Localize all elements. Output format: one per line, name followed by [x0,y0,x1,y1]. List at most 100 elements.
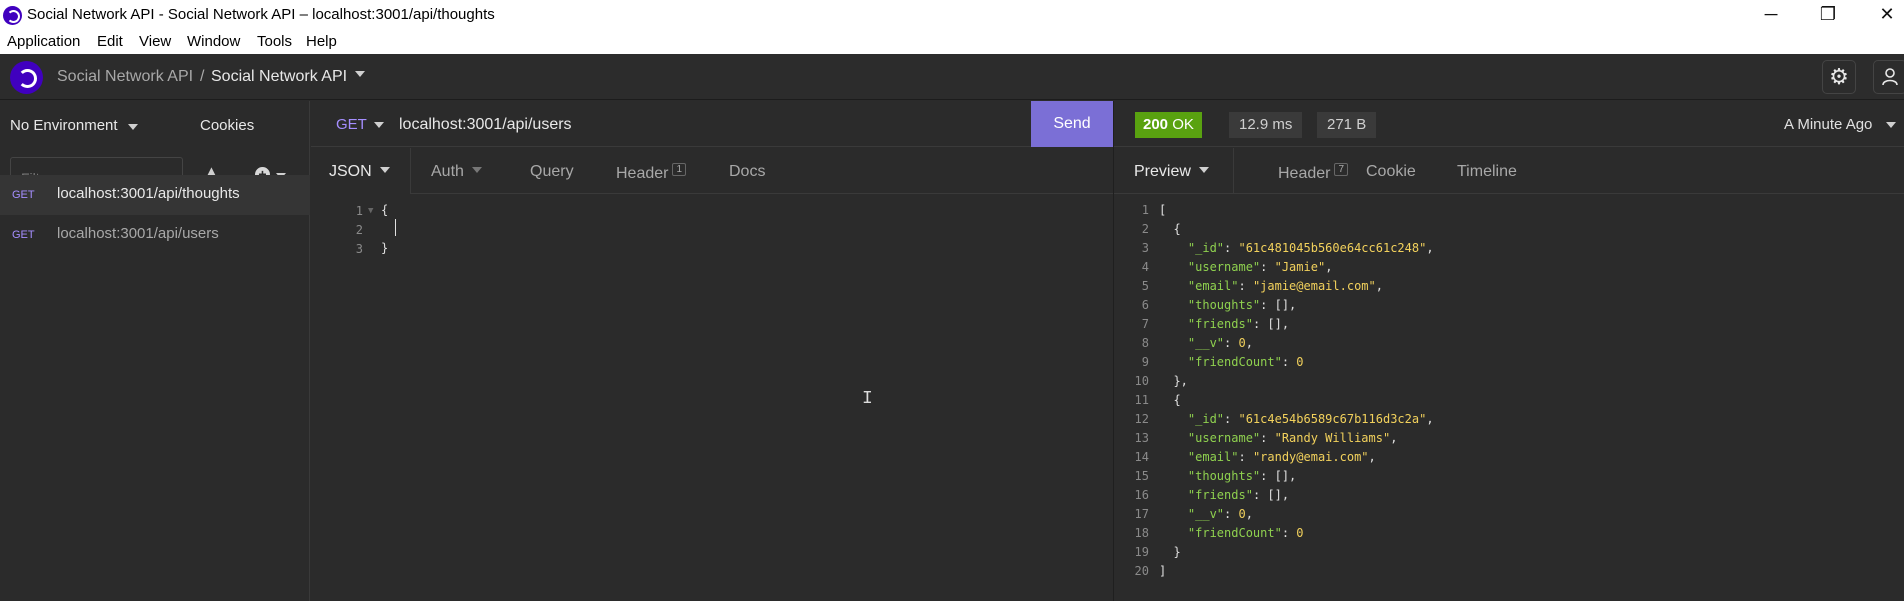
menu-help[interactable]: Help [306,33,337,50]
code-line: "_id": "61c481045b560e64cc61c248", [1187,241,1434,255]
response-history-selector[interactable]: A Minute Ago [1784,116,1872,133]
text-cursor [395,219,396,236]
code-line: "__v": 0, [1187,336,1253,350]
send-button[interactable]: Send [1031,101,1113,147]
line-number: 14 [1134,450,1149,464]
response-line: 8 "__v": 0, [1114,336,1253,355]
response-line: 15 "thoughts": [], [1114,469,1297,488]
request-url: localhost:3001/api/users [57,225,219,242]
chevron-down-icon[interactable] [128,124,138,130]
minimize-icon[interactable]: ─ [1751,0,1791,30]
response-line: 4 "username": "Jamie", [1114,260,1333,279]
environment-selector[interactable]: No Environment [10,117,118,134]
line-number: 19 [1134,545,1149,559]
tab-label: Header [1278,165,1331,182]
user-icon[interactable] [1873,60,1904,94]
app-header: Social Network API / Social Network API … [0,54,1904,100]
chevron-down-icon [379,167,390,173]
code-line: } [1159,545,1181,559]
line-number: 1 [1141,203,1149,217]
request-tabs: JSON Auth Query Header 1 Docs [311,148,1113,194]
request-method: GET [12,229,35,241]
chevron-down-icon[interactable] [355,71,365,77]
code-line: "thoughts": [], [1187,469,1297,483]
line-number: 12 [1134,412,1149,426]
tab-docs[interactable]: Docs [729,163,765,181]
code-line: [ [1159,203,1167,217]
response-line: 18 "friendCount": 0 [1114,526,1304,545]
url-bar: GET Send [311,101,1113,147]
tab-label: JSON [329,163,372,180]
response-line: 14 "email": "randy@emai.com", [1114,450,1376,469]
breadcrumb-separator: / [200,68,205,85]
menu-application[interactable]: Application [7,33,80,50]
chevron-down-icon[interactable] [374,122,384,128]
line-number: 2 [1141,222,1149,236]
tab-label: Preview [1134,163,1191,180]
menu-window[interactable]: Window [187,33,240,50]
request-item[interactable]: GET localhost:3001/api/users [0,215,310,255]
window-title: Social Network API - Social Network API … [27,6,495,23]
request-body-editor[interactable]: 1 ▼ { 2 3 } [311,195,1113,601]
response-line: 13 "username": "Randy Williams", [1114,431,1398,450]
header-count-badge: 7 [1334,163,1349,176]
response-line: 10 }, [1114,374,1188,393]
menu-view[interactable]: View [139,33,171,50]
tab-label: Header [616,165,669,182]
tab-json[interactable]: JSON [329,163,390,181]
cookies-button[interactable]: Cookies [200,117,254,134]
restore-icon[interactable]: ❐ [1808,0,1848,30]
line-number: 11 [1134,393,1149,407]
menu-edit[interactable]: Edit [97,33,123,50]
line-number: 5 [1141,279,1149,293]
breadcrumb-parent[interactable]: Social Network API [57,68,193,86]
close-icon[interactable]: ✕ [1867,0,1904,30]
tab-timeline[interactable]: Timeline [1457,163,1517,181]
tab-preview[interactable]: Preview [1134,163,1209,181]
request-url: localhost:3001/api/thoughts [57,185,240,202]
code-line: "friendCount": 0 [1187,355,1304,369]
response-line: 17 "__v": 0, [1114,507,1253,526]
code-line: "friendCount": 0 [1187,526,1304,540]
status-code: 200 [1143,116,1169,133]
line-number: 15 [1134,469,1149,483]
tab-header[interactable]: Header 1 [616,163,687,183]
tab-label: Cookie [1366,163,1416,180]
tab-label: Timeline [1457,163,1517,180]
request-method: GET [12,189,35,201]
line-number: 20 [1134,564,1149,578]
fold-icon[interactable]: ▼ [368,206,373,216]
breadcrumb-current[interactable]: Social Network API [211,68,347,86]
response-line: 6 "thoughts": [], [1114,298,1297,317]
line-number: 3 [355,242,363,256]
response-tabs: Preview Header 7 Cookie Timeline [1114,148,1904,194]
response-line: 19 } [1114,545,1181,564]
method-selector[interactable]: GET [336,116,367,133]
line-number: 18 [1134,526,1149,540]
insomnia-logo-icon[interactable] [10,61,43,94]
code-line: "email": "randy@emai.com", [1187,450,1376,464]
line-number: 6 [1141,298,1149,312]
line-number: 9 [1141,355,1149,369]
gear-icon[interactable]: ⚙ [1822,60,1856,94]
response-preview[interactable]: 1[2 {3 "_id": "61c481045b560e64cc61c248"… [1114,195,1904,601]
url-input[interactable] [399,112,899,138]
tab-cookie[interactable]: Cookie [1366,163,1416,181]
line-number: 17 [1134,507,1149,521]
code-line: "_id": "61c4e54b6589c67b116d3c2a", [1187,412,1434,426]
line-number: 2 [355,223,363,237]
response-line: 2 { [1114,222,1181,241]
code-line: "__v": 0, [1187,507,1253,521]
response-line: 1[ [1114,203,1166,222]
code-line: "friends": [], [1187,317,1290,331]
menu-tools[interactable]: Tools [257,33,292,50]
response-line: 9 "friendCount": 0 [1114,355,1304,374]
tab-query[interactable]: Query [530,163,574,181]
tab-response-header[interactable]: Header 7 [1278,163,1349,183]
chevron-down-icon[interactable] [1886,122,1896,128]
request-item[interactable]: GET localhost:3001/api/thoughts [0,175,310,215]
line-number: 7 [1141,317,1149,331]
tab-auth[interactable]: Auth [431,163,482,181]
response-time: 12.9 ms [1229,112,1303,138]
tab-label: Query [530,163,574,180]
